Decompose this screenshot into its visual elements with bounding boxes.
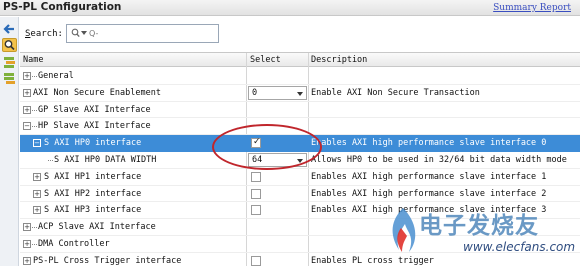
table-row[interactable]: + AXI Non Secure Enablement 0 Enable AXI… [20, 85, 580, 102]
select-value: 0 [252, 87, 258, 98]
row-description: Enable AXI Non Secure Transaction [311, 87, 480, 98]
row-name: HP Slave AXI Interface [38, 121, 151, 132]
select-value: 64 [252, 155, 263, 165]
row-description: Enables AXI high performance slave inter… [311, 171, 547, 182]
table-row[interactable]: + General [20, 68, 580, 85]
search-label: Search: [25, 29, 63, 39]
column-header-select[interactable]: Select [250, 55, 281, 65]
table-row[interactable]: + S AXI HP1 interface Enables AXI high p… [20, 169, 580, 186]
tree-connector [32, 244, 37, 245]
chevron-down-icon [297, 159, 303, 163]
column-header-description[interactable]: Description [311, 55, 367, 65]
enable-checkbox[interactable] [251, 171, 261, 182]
title-bar: PS-PL Configuration Summary Report [0, 0, 580, 16]
expand-icon[interactable]: + [23, 240, 31, 248]
tree-connector [32, 126, 37, 128]
expand-icon[interactable]: + [33, 172, 41, 181]
tree-connector [32, 109, 37, 111]
row-name: General [38, 71, 74, 81]
chevron-down-icon [297, 91, 303, 96]
search-dropdown-icon[interactable] [81, 31, 87, 35]
left-toolbar [0, 17, 19, 266]
table-row[interactable]: − HP Slave AXI Interface [20, 118, 580, 136]
tree-connector [48, 160, 53, 161]
table-row[interactable]: S AXI HP0 DATA WIDTH 64 Allows HP0 to be… [20, 152, 580, 169]
row-name: S AXI HP0 interface [44, 138, 142, 149]
row-name: S AXI HP1 interface [44, 171, 142, 182]
collapse-icon[interactable]: − [23, 122, 31, 131]
back-arrow-icon[interactable] [2, 22, 17, 36]
value-select[interactable]: 0 [248, 85, 307, 100]
tree-connector [32, 76, 37, 77]
row-name: S AXI HP0 DATA WIDTH [54, 155, 157, 165]
expand-icon[interactable]: + [33, 189, 41, 198]
enable-checkbox[interactable] [251, 137, 261, 149]
window-title: PS-PL Configuration [3, 1, 122, 13]
watermark-logo: 电子发烧友 www.elecfans.com [385, 200, 580, 266]
expand-icon[interactable]: + [23, 72, 31, 80]
row-description: Enables AXI high performance slave inter… [311, 188, 547, 199]
row-name: AXI Non Secure Enablement [33, 87, 161, 98]
search-input[interactable] [89, 27, 217, 40]
row-name: ACP Slave AXI Interface [38, 222, 156, 233]
row-description: Allows HP0 to be used in 32/64 bit data … [311, 155, 567, 165]
search-field[interactable] [66, 24, 219, 43]
expand-all-icon[interactable] [2, 55, 17, 69]
enable-checkbox[interactable] [251, 255, 261, 266]
table-header: Name Select Description [20, 53, 580, 67]
search-icon[interactable] [2, 38, 17, 52]
row-name: DMA Controller [38, 239, 110, 249]
expand-icon[interactable]: + [23, 105, 31, 114]
collapse-icon[interactable]: − [33, 139, 41, 148]
watermark-url: www.elecfans.com [463, 240, 576, 254]
search-bar: Search: [20, 17, 580, 51]
watermark-brand: 电子发烧友 [419, 213, 539, 239]
row-name: GP Slave AXI Interface [38, 104, 151, 115]
search-glass-icon [71, 28, 80, 41]
expand-icon[interactable]: + [23, 88, 31, 97]
row-description: Enables AXI high performance slave inter… [311, 138, 547, 149]
enable-checkbox[interactable] [251, 188, 261, 199]
table-row-selected[interactable]: − S AXI HP0 interface Enables AXI high p… [20, 135, 580, 152]
enable-checkbox[interactable] [251, 205, 261, 216]
summary-report-link[interactable]: Summary Report [493, 3, 571, 13]
flame-logo-icon [392, 208, 416, 252]
row-name: S AXI HP3 interface [44, 205, 142, 216]
expand-icon[interactable]: + [33, 206, 41, 215]
expand-icon[interactable]: + [23, 223, 31, 232]
table-row[interactable]: + GP Slave AXI Interface [20, 102, 580, 119]
tree-connector [32, 227, 37, 229]
row-name: PS-PL Cross Trigger interface [33, 255, 182, 266]
column-header-name[interactable]: Name [23, 55, 43, 65]
row-name: S AXI HP2 interface [44, 188, 142, 199]
value-select[interactable]: 64 [248, 153, 307, 167]
collapse-all-icon[interactable] [2, 71, 17, 85]
expand-icon[interactable]: + [23, 256, 31, 265]
